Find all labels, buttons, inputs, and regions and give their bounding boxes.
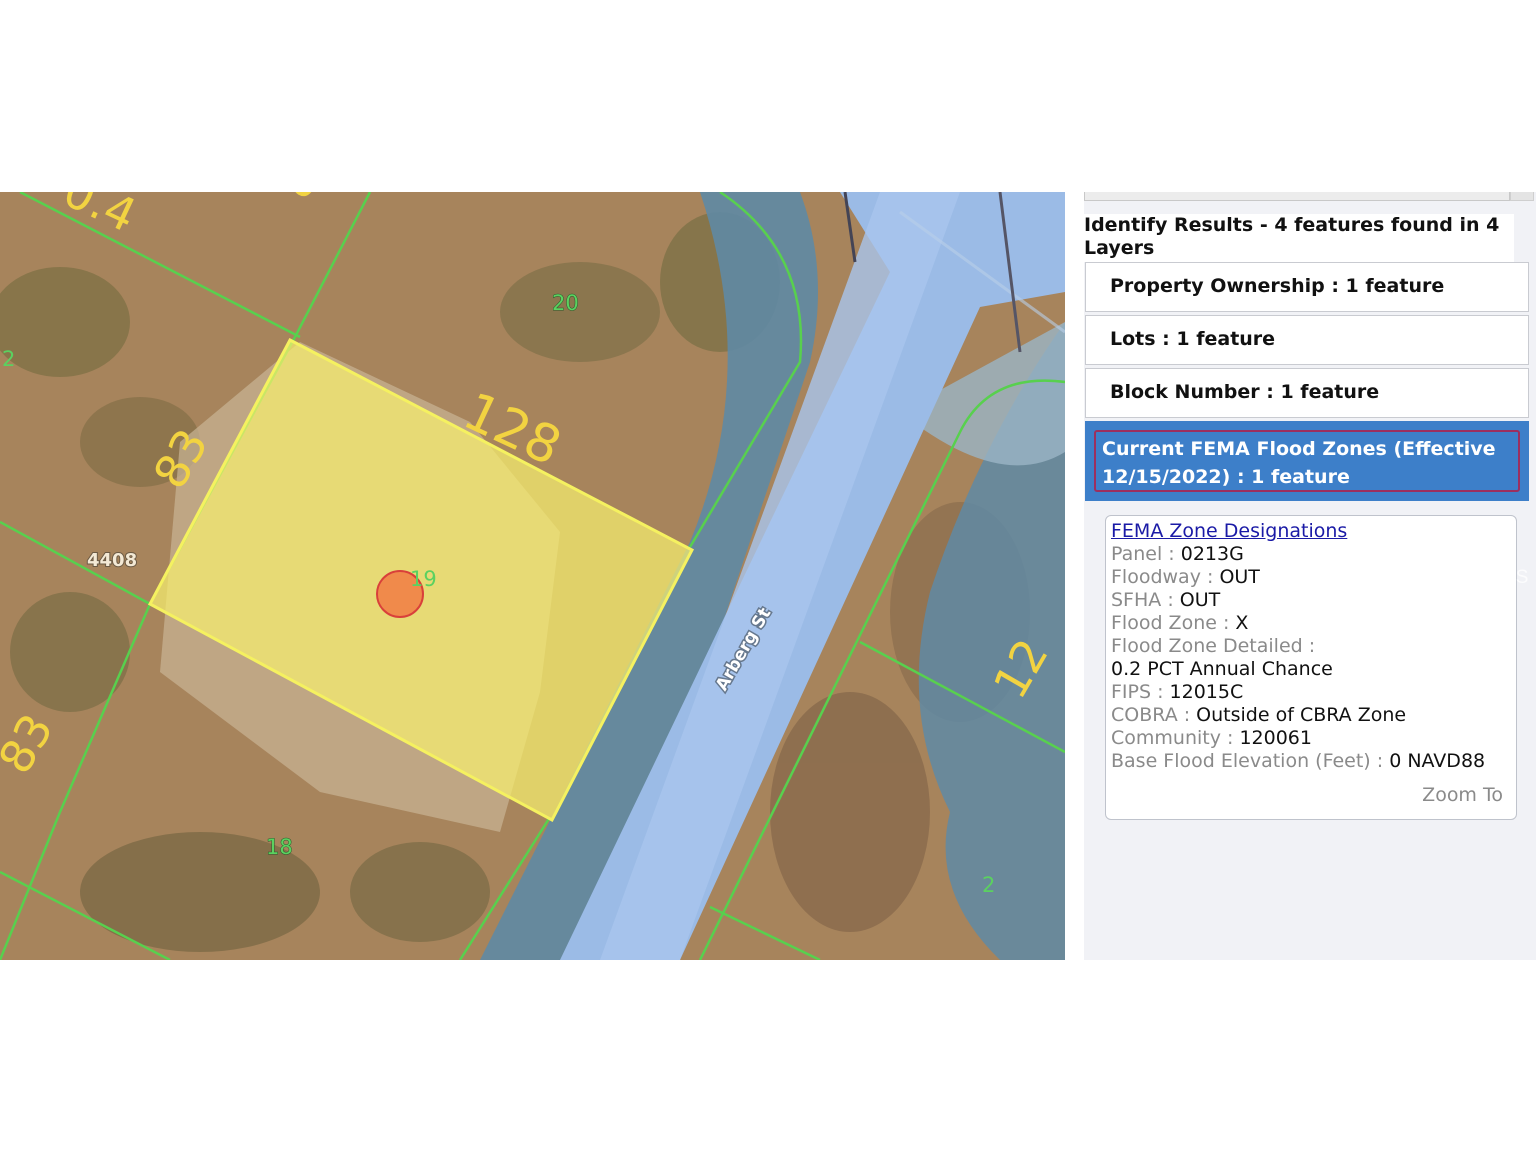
aerial-map[interactable]: Arberg St 20 128 83 4408 19 83 18 2 2 12… bbox=[0, 192, 1065, 960]
field-fips: FIPS : 12015C bbox=[1111, 681, 1244, 703]
watermark: StellarMLS bbox=[1440, 567, 1528, 588]
field-flood-zone: Flood Zone : X bbox=[1111, 612, 1249, 634]
screenshot-frame: Arberg St 20 128 83 4408 19 83 18 2 2 12… bbox=[0, 192, 1536, 960]
field-flood-zone-detailed: Flood Zone Detailed :0.2 PCT Annual Chan… bbox=[1111, 635, 1333, 680]
field-panel: Panel : 0213G bbox=[1111, 543, 1244, 565]
panel-title: Identify Results - 4 features found in 4… bbox=[1084, 214, 1514, 262]
layer-block-number[interactable]: Block Number : 1 feature bbox=[1085, 368, 1529, 418]
lot-number-4408: 4408 bbox=[87, 550, 137, 571]
lot-number-20: 20 bbox=[552, 291, 579, 315]
feature-details-card: FEMA Zone Designations Panel : 0213G Flo… bbox=[1105, 515, 1517, 820]
layer-fema-flood-zones[interactable]: Current FEMA Flood Zones (Effective 12/1… bbox=[1085, 421, 1529, 501]
fema-zone-designations-link[interactable]: FEMA Zone Designations bbox=[1111, 520, 1347, 542]
field-community: Community : 120061 bbox=[1111, 727, 1312, 749]
field-base-flood-elevation: Base Flood Elevation (Feet) : 0 NAVD88 bbox=[1111, 750, 1486, 772]
layer-label: Property Ownership : 1 feature bbox=[1110, 275, 1445, 297]
field-cobra: COBRA : Outside of CBRA Zone bbox=[1111, 704, 1407, 726]
lot-number-2-left: 2 bbox=[2, 347, 15, 371]
lot-number-18: 18 bbox=[266, 835, 293, 859]
field-sfha: SFHA : OUT bbox=[1111, 589, 1221, 611]
scrollbar[interactable] bbox=[1510, 192, 1534, 201]
layer-label: Lots : 1 feature bbox=[1110, 328, 1276, 350]
map-view[interactable]: Arberg St 20 128 83 4408 19 83 18 2 2 12… bbox=[0, 192, 1065, 960]
lot-number-19: 19 bbox=[410, 567, 437, 591]
layer-property-ownership[interactable]: Property Ownership : 1 feature bbox=[1085, 262, 1529, 312]
panel-toolbar bbox=[1084, 192, 1510, 201]
layer-lots[interactable]: Lots : 1 feature bbox=[1085, 315, 1529, 365]
layer-label: Block Number : 1 feature bbox=[1110, 381, 1380, 403]
lot-number-2-right: 2 bbox=[982, 873, 995, 897]
zoom-to-link[interactable]: Zoom To bbox=[1422, 784, 1503, 807]
layer-label: Current FEMA Flood Zones (Effective 12/1… bbox=[1094, 430, 1520, 492]
